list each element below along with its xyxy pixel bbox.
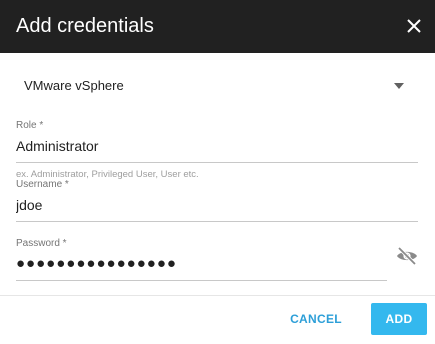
password-label: Password *: [16, 238, 67, 249]
dialog-title: Add credentials: [16, 15, 154, 37]
close-button[interactable]: [401, 13, 427, 39]
eye-off-icon: [397, 246, 417, 266]
dialog-header: Add credentials: [0, 0, 435, 53]
password-input[interactable]: ●●●●●●●●●●●●●●●●: [16, 254, 387, 274]
close-icon: [407, 19, 421, 33]
provider-select[interactable]: VMware vSphere: [24, 76, 404, 96]
add-button[interactable]: ADD: [371, 303, 427, 335]
username-underline: [16, 221, 418, 222]
username-field: Username *: [16, 179, 418, 222]
role-underline: [16, 162, 418, 163]
cancel-button[interactable]: CANCEL: [284, 303, 348, 335]
role-input[interactable]: [16, 136, 418, 156]
password-underline: [16, 280, 387, 281]
toggle-password-visibility-button[interactable]: [394, 245, 420, 267]
username-input[interactable]: [16, 195, 418, 215]
role-field: Role * ex. Administrator, Privileged Use…: [16, 120, 418, 181]
password-field: Password * ●●●●●●●●●●●●●●●●: [16, 238, 387, 281]
provider-select-value: VMware vSphere: [24, 78, 124, 93]
footer-divider: [0, 295, 435, 296]
username-label: Username *: [16, 179, 69, 190]
chevron-down-icon: [394, 83, 404, 89]
role-label: Role *: [16, 120, 44, 131]
